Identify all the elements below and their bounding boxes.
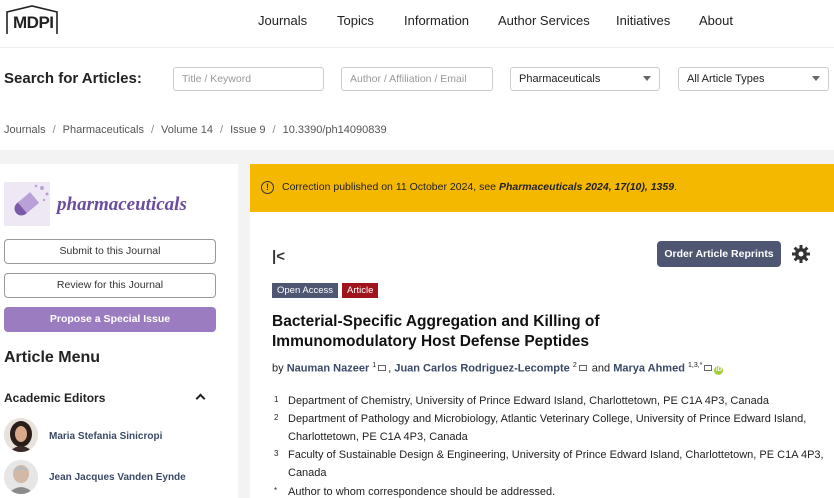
exclamation-circle-icon: ! [261,181,274,194]
gear-icon[interactable] [791,244,811,264]
breadcrumb-journals[interactable]: Journals [4,124,46,136]
sidebar: pharmaceuticals Submit to this Journal R… [0,164,238,498]
journal-select[interactable]: Pharmaceuticals [510,67,660,91]
mail-icon[interactable] [704,364,713,371]
nav-information[interactable]: Information [404,13,469,28]
mail-icon[interactable] [578,364,587,371]
open-access-badge: Open Access [272,283,338,298]
author-name[interactable]: Marya Ahmed [613,363,685,375]
mail-icon[interactable] [378,364,387,371]
pill-capsule-icon [4,182,50,226]
author-affiliation-input[interactable] [341,67,493,91]
nav-author-services[interactable]: Author Services [498,13,590,28]
breadcrumb-doi: 10.3390/ph14090839 [282,124,387,136]
article-type-value: All Article Types [687,73,765,85]
breadcrumb-issue[interactable]: Issue 9 [230,124,265,136]
article-main: ! Correction published on 11 October 202… [250,164,834,498]
column-gutter [238,164,250,498]
breadcrumb: Journals / Pharmaceuticals / Volume 14/Issue… [4,124,387,136]
search-bar: Search for Articles: Pharmaceuticals All… [0,58,834,102]
main-nav: Journals Topics Information Author Servi… [0,13,834,33]
editor-name[interactable]: Maria Stefania Sinicropi [49,431,162,442]
nav-journals[interactable]: Journals [258,13,307,28]
nav-topics[interactable]: Topics [337,13,374,28]
chevron-up-icon[interactable] [195,393,206,404]
avatar [4,460,38,494]
search-label: Search for Articles: [4,70,142,87]
journal-name: pharmaceuticals [57,194,187,215]
editor-name[interactable]: Jean Jacques Vanden Eynde [49,472,186,483]
nav-initiatives[interactable]: Initiatives [616,13,670,28]
avatar [4,418,38,452]
author-name[interactable]: Juan Carlos Rodriguez-Lecompte [394,363,569,375]
journal-select-value: Pharmaceuticals [519,73,601,85]
title-keyword-input[interactable] [173,67,324,91]
breadcrumb-pharmaceuticals[interactable]: Pharmaceuticals [63,124,144,136]
submit-to-journal-button[interactable]: Submit to this Journal [4,239,216,264]
propose-special-issue-button[interactable]: Propose a Special Issue [4,307,216,332]
academic-editors-heading[interactable]: Academic Editors [4,391,105,405]
breadcrumb-volume[interactable]: Volume 14 [161,124,213,136]
order-reprints-button[interactable]: Order Article Reprints [657,241,781,267]
nav-about[interactable]: About [699,13,733,28]
orcid-icon[interactable]: iD [714,365,724,375]
article-type-badge: Article [342,283,379,298]
article-title: Bacterial-Specific Aggregation and Killi… [272,313,600,350]
correction-link[interactable]: Pharmaceuticals 2024, 17(10), 1359 [499,181,674,193]
author-list: by Nauman Nazeer 1, Juan Carlos Rodrigue… [272,362,724,375]
correction-text: Correction published on 11 October 2024,… [282,181,677,193]
section-divider [0,150,834,164]
review-for-journal-button[interactable]: Review for this Journal [4,273,216,298]
article-type-select[interactable]: All Article Types [678,67,829,91]
author-name[interactable]: Nauman Nazeer [287,363,370,375]
chevron-down-icon [812,76,820,81]
journal-logo[interactable]: pharmaceuticals [4,180,190,228]
article-menu-heading: Article Menu [4,349,101,366]
chevron-down-icon [643,76,651,81]
correction-banner: ! Correction published on 11 October 202… [250,164,834,212]
top-header: MDPI Journals Topics Information Author … [0,0,834,48]
first-page-icon[interactable]: |< [272,248,285,265]
